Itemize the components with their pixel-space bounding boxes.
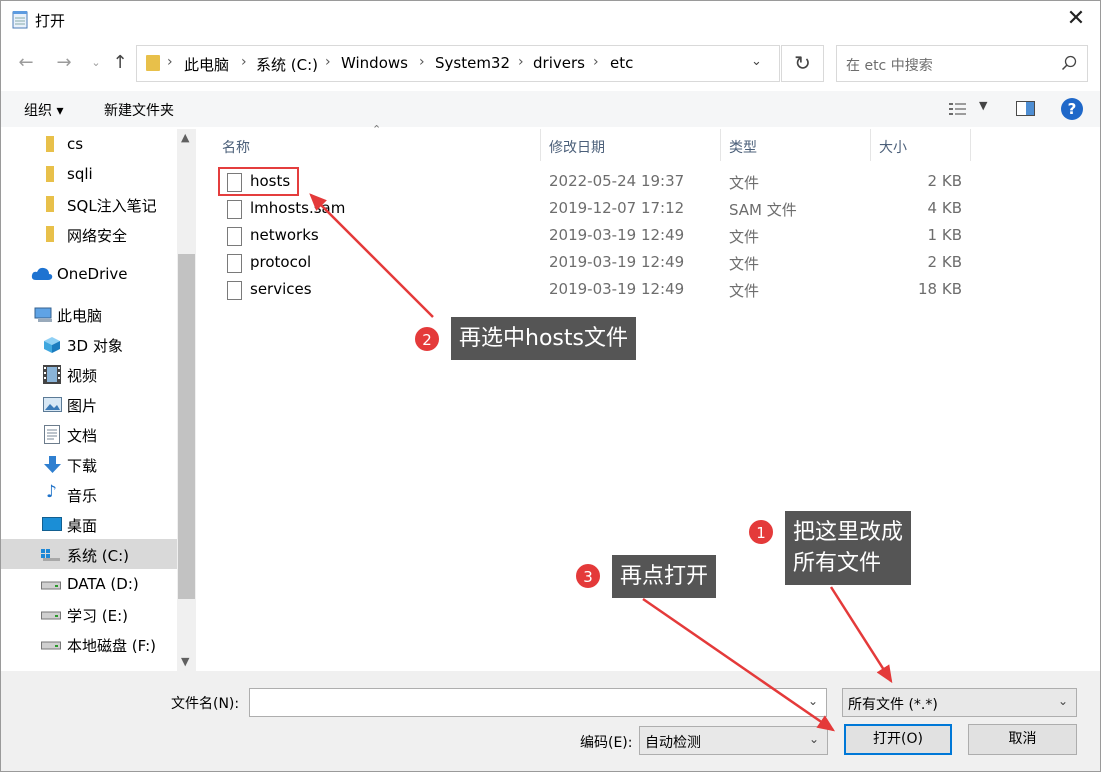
annotation-callout-1-line1: 把这里改成 [793, 520, 904, 545]
annotation-callout-1: 把这里改成 所有文件 [785, 511, 912, 585]
annotation-arrow-3 [642, 597, 836, 732]
annotation-badge-3: 3 [575, 563, 601, 589]
annotation-badge-2: 2 [414, 326, 440, 352]
annotation-callout-2: 再选中hosts文件 [451, 317, 636, 360]
annotation-callout-3: 再点打开 [612, 555, 717, 598]
annotation-arrow-2 [309, 193, 434, 318]
annotation-arrow-1 [829, 586, 893, 684]
annotation-callout-1-line2: 所有文件 [793, 551, 882, 576]
annotation-badge-1: 1 [748, 519, 774, 545]
open-file-dialog: 打开 ✕ ← → ⌄ ↑ › 此电脑 › 系统 (C:) › Windows ›… [0, 0, 1101, 772]
annotation-arrows [309, 193, 893, 732]
